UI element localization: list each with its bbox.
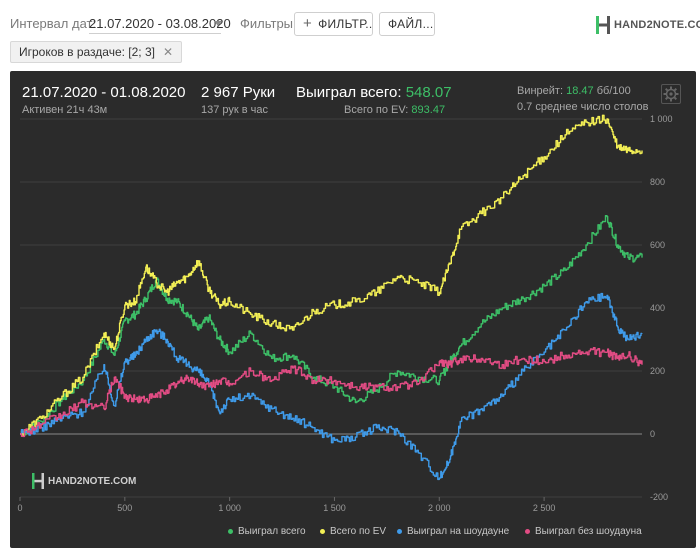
add-filter-label: ФИЛЬТР...	[318, 17, 373, 31]
y-tick-label: 0	[650, 429, 655, 439]
series-line	[20, 292, 643, 481]
date-range-underline	[89, 33, 221, 34]
legend-dot	[397, 529, 402, 534]
toolbar: Интервал дат: 21.07.2020 - 03.08.2020 Фи…	[0, 0, 700, 40]
x-tick-label: 2 000	[428, 503, 451, 513]
legend-label: Выиграл всего	[238, 526, 306, 537]
date-range-select[interactable]: 21.07.2020 - 03.08.2020	[89, 16, 231, 31]
y-tick-label: 800	[650, 177, 665, 187]
chevron-down-icon[interactable]	[214, 21, 222, 26]
x-tick-label: 2 500	[533, 503, 556, 513]
profit-chart: -200 0 200 400 600 800 1 000 0 500 1 000 1 500 2 0…	[17, 114, 673, 513]
logo-text: HAND2NOTE.COM	[614, 19, 700, 31]
x-tick-label: 1 500	[323, 503, 346, 513]
legend-item-showdown[interactable]: Выиграл на шоудауне	[397, 526, 509, 537]
graph-panel: 21.07.2020 - 01.08.2020 Активен 21ч 43м …	[10, 71, 696, 548]
chip-label: Игроков в раздаче: [2; 3]	[19, 45, 155, 59]
legend-label: Всего по EV	[330, 526, 387, 537]
players-filter-chip[interactable]: Игроков в раздаче: [2; 3] ✕	[10, 41, 183, 63]
file-button[interactable]: ФАЙЛ...	[379, 12, 435, 36]
x-tick-label: 1 000	[218, 503, 241, 513]
hand2note-logo-icon	[596, 16, 610, 34]
legend-dot	[228, 529, 233, 534]
watermark: HAND2NOTE.COM	[32, 473, 136, 489]
y-tick-label: 200	[650, 366, 665, 376]
y-tick-label: 1 000	[650, 114, 673, 124]
y-tick-label: 600	[650, 240, 665, 250]
date-range-label: Интервал дат:	[10, 16, 97, 31]
legend-label: Выиграл на шоудауне	[407, 526, 510, 537]
y-tick-label: 400	[650, 303, 665, 313]
filters-label: Фильтры:	[240, 16, 297, 31]
legend-item-non-showdown[interactable]: Выиграл без шоудауна	[525, 526, 642, 537]
legend-item-won-total[interactable]: Выиграл всего	[228, 526, 306, 537]
chart-series	[20, 114, 643, 481]
y-tick-label: -200	[650, 492, 668, 502]
add-filter-button[interactable]: + ФИЛЬТР...	[294, 12, 373, 36]
legend-label: Выиграл без шоудауна	[535, 526, 642, 537]
file-button-label: ФАЙЛ...	[388, 17, 434, 31]
close-icon[interactable]: ✕	[163, 45, 173, 59]
series-line	[20, 347, 643, 438]
y-axis: -200 0 200 400 600 800 1 000	[650, 114, 673, 502]
series-line	[20, 114, 643, 437]
x-tick-label: 0	[17, 503, 22, 513]
x-tick-label: 500	[117, 503, 132, 513]
legend-item-ev[interactable]: Всего по EV	[320, 526, 386, 537]
x-axis: 0 500 1 000 1 500 2 000 2 500	[17, 497, 555, 513]
watermark-logo-icon	[32, 473, 44, 489]
legend-dot	[320, 529, 325, 534]
hand2note-logo: HAND2NOTE.COM	[596, 15, 700, 35]
watermark-text: HAND2NOTE.COM	[48, 475, 137, 487]
plus-icon: +	[303, 15, 313, 32]
legend-dot	[525, 529, 530, 534]
